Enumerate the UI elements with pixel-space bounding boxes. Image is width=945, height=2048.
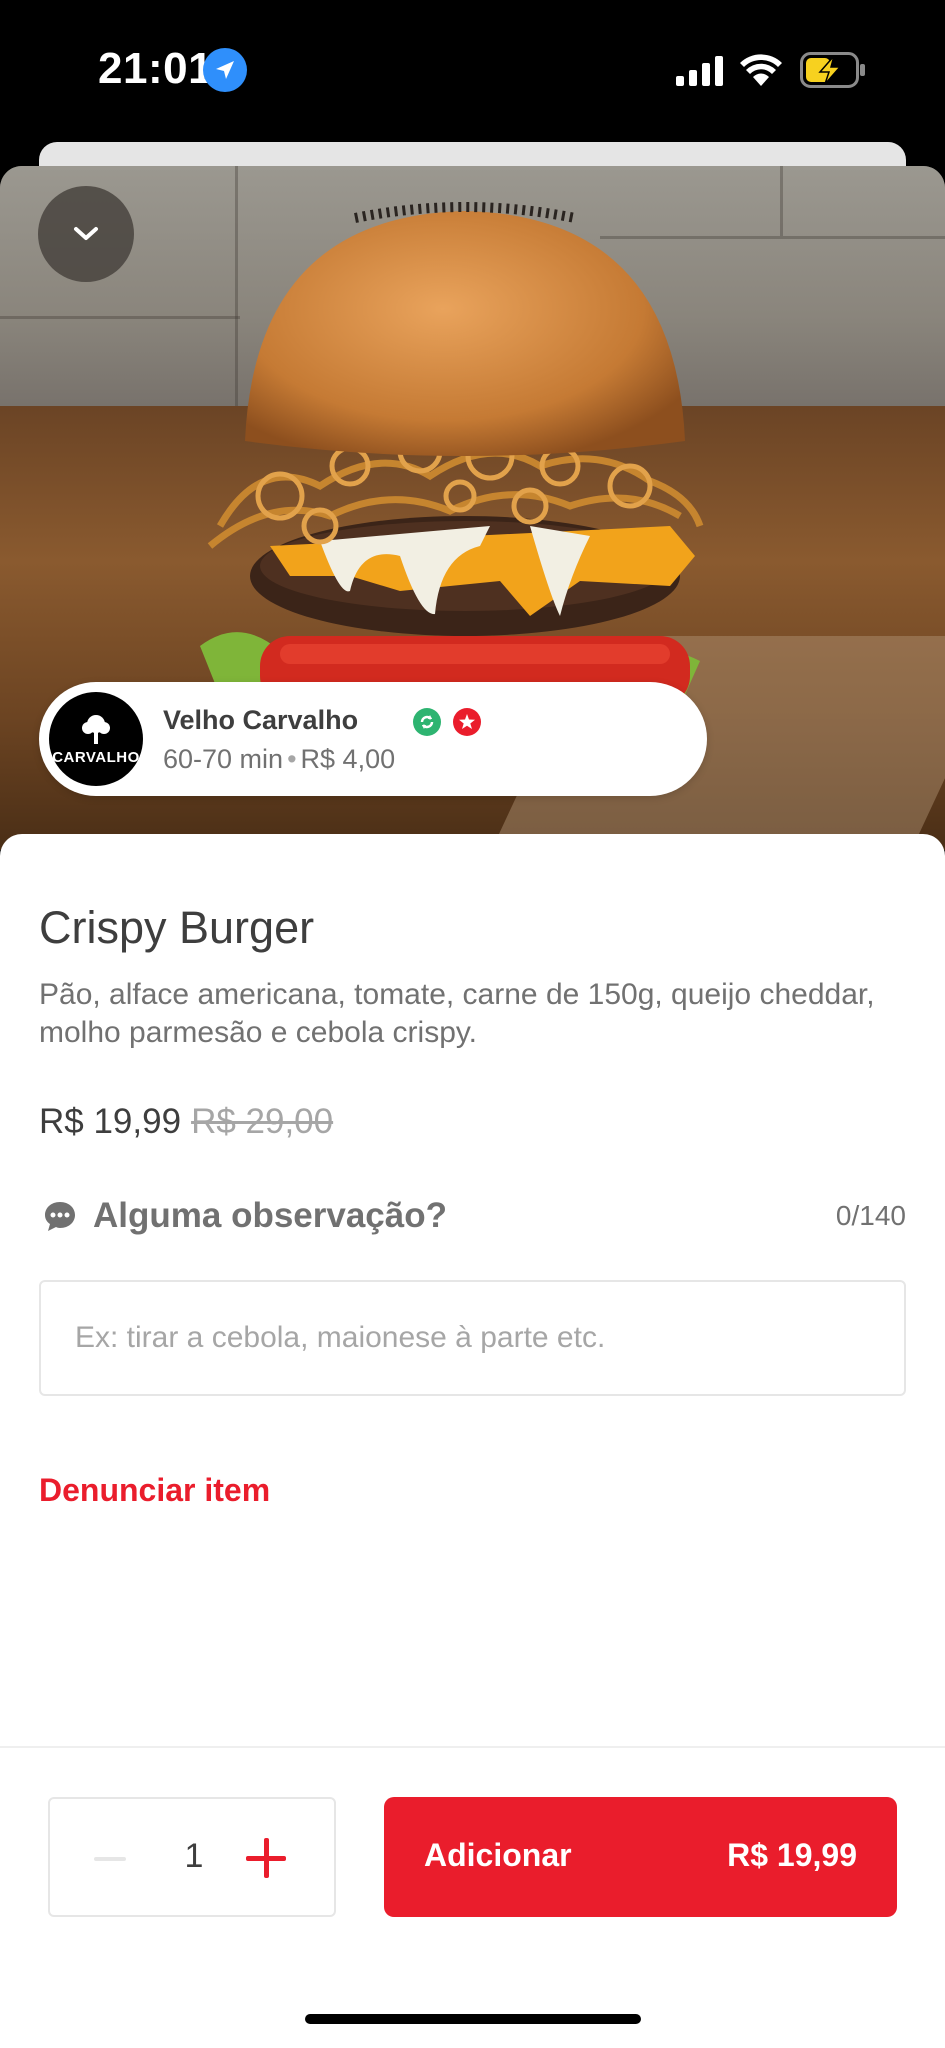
bottom-divider — [0, 1746, 945, 1748]
original-price: R$ 29,00 — [191, 1102, 334, 1141]
report-item-link[interactable]: Denunciar item — [39, 1472, 270, 1509]
delivery-info: 60-70 min • R$ 4,00 — [163, 744, 395, 775]
character-counter: 0/140 — [835, 1200, 906, 1231]
delivery-fee: R$ 4,00 — [300, 744, 396, 774]
quantity-stepper: 1 — [48, 1797, 336, 1917]
restaurant-logo: CARVALHO — [49, 692, 143, 786]
restaurant-logo-text: CARVALHO — [52, 748, 140, 766]
status-time: 21:01 — [98, 44, 214, 93]
chevron-down-icon — [74, 227, 98, 240]
quantity-value: 1 — [184, 1837, 204, 1875]
home-indicator[interactable] — [305, 2014, 641, 2024]
refresh-badge-icon — [413, 708, 441, 736]
cellular-signal-icon — [676, 56, 723, 86]
status-bar: 21:01 — [0, 0, 945, 140]
price-row: R$ 19,99 R$ 29,00 — [39, 1102, 333, 1142]
observation-label: Alguma observação? — [93, 1196, 447, 1235]
add-button-label: Adicionar — [424, 1837, 572, 1873]
item-title: Crispy Burger — [39, 902, 315, 953]
meta-separator: • — [287, 744, 297, 774]
increase-quantity-button[interactable] — [246, 1837, 290, 1881]
add-button-price: R$ 19,99 — [727, 1837, 857, 1873]
current-price: R$ 19,99 — [39, 1102, 182, 1141]
super-restaurant-badge-icon — [453, 708, 481, 736]
battery-charging-icon — [800, 52, 865, 88]
tree-icon — [82, 714, 110, 744]
location-arrow-icon — [203, 48, 247, 92]
restaurant-name: Velho Carvalho — [163, 705, 359, 735]
chat-bubble-icon — [45, 1202, 75, 1231]
wifi-icon — [740, 54, 782, 86]
restaurant-info-pill[interactable]: CARVALHO Velho Carvalho 60-70 min • R$ 4,0… — [39, 682, 707, 796]
add-to-cart-button[interactable]: Adicionar R$ 19,99 — [384, 1797, 897, 1917]
observation-input[interactable] — [39, 1280, 906, 1396]
observation-header: Alguma observação? 0/140 — [39, 1196, 906, 1246]
collapse-button[interactable] — [38, 186, 134, 282]
item-description: Pão, alface americana, tomate, carne de … — [39, 978, 875, 1049]
decrease-quantity-button[interactable] — [94, 1857, 126, 1861]
delivery-time: 60-70 min — [163, 744, 284, 774]
